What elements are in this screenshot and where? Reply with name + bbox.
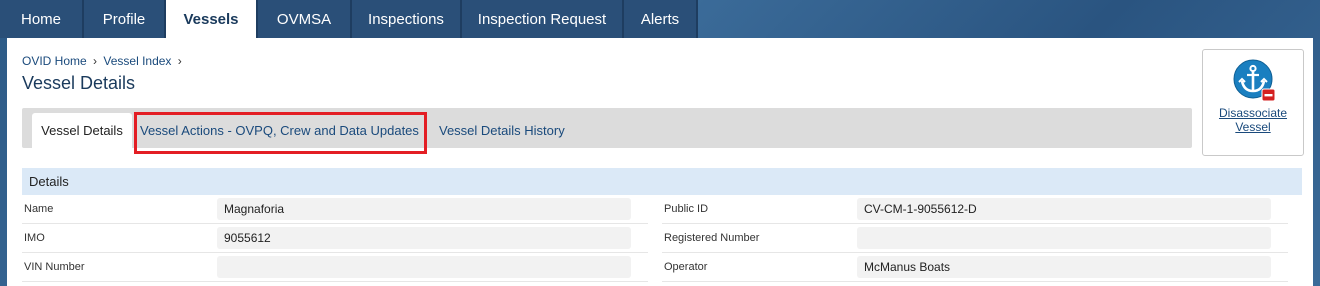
tab-vessel-details[interactable]: Vessel Details <box>32 113 132 148</box>
field-label: VIN Number <box>24 261 85 273</box>
tab-vessel-details-history[interactable]: Vessel Details History <box>439 113 565 148</box>
detail-row-registered-number: Registered Number <box>662 224 1288 253</box>
breadcrumb-ovid-home[interactable]: OVID Home <box>22 54 87 68</box>
name-value: Magnaforia <box>217 198 631 220</box>
action-label-line-2: Vessel <box>1235 120 1271 134</box>
detail-row-operator: Operator McManus Boats <box>662 253 1288 282</box>
field-label: Registered Number <box>664 232 760 244</box>
detail-row-imo: IMO 9055612 <box>22 224 648 253</box>
vin-number-value <box>217 256 631 278</box>
detail-row-vin-number: VIN Number <box>22 253 648 282</box>
field-label: Name <box>24 203 54 215</box>
nav-tab-alerts[interactable]: Alerts <box>624 0 698 38</box>
field-label: IMO <box>24 232 45 244</box>
breadcrumb-separator: › <box>93 54 98 68</box>
detail-row-public-id: Public ID CV-CM-1-9055612-D <box>662 195 1288 224</box>
breadcrumb-vessel-index[interactable]: Vessel Index <box>103 54 171 68</box>
page-title: Vessel Details <box>22 73 136 93</box>
detail-row-name: Name Magnaforia <box>22 195 648 224</box>
nav-tab-inspection-request[interactable]: Inspection Request <box>462 0 624 38</box>
field-label: Operator <box>664 261 708 273</box>
action-label-line-1: Disassociate <box>1218 106 1288 120</box>
nav-tab-ovmsa[interactable]: OVMSA <box>258 0 352 38</box>
details-section-header: Details <box>22 168 1302 195</box>
nav-tab-inspections[interactable]: Inspections <box>352 0 462 38</box>
breadcrumb-separator: › <box>177 54 182 68</box>
registered-number-value <box>857 227 1271 249</box>
breadcrumb: OVID Home › Vessel Index › <box>22 54 185 68</box>
nav-tab-vessels[interactable]: Vessels <box>166 0 258 38</box>
disassociate-vessel-button[interactable]: Disassociate Vessel <box>1202 49 1304 156</box>
imo-value: 9055612 <box>217 227 631 249</box>
public-id-value: CV-CM-1-9055612-D <box>857 198 1271 220</box>
main-content: OVID Home › Vessel Index › Vessel Detail… <box>7 38 1313 286</box>
field-label: Public ID <box>664 203 709 215</box>
nav-tab-home[interactable]: Home <box>0 0 84 38</box>
nav-tab-profile[interactable]: Profile <box>84 0 166 38</box>
operator-value: McManus Boats <box>857 256 1271 278</box>
highlight-box <box>134 112 427 154</box>
top-navigation: Home Profile Vessels OVMSA Inspections I… <box>0 0 1320 38</box>
anchor-remove-icon <box>1233 59 1276 102</box>
disassociate-vessel-label[interactable]: Disassociate Vessel <box>1203 106 1303 134</box>
